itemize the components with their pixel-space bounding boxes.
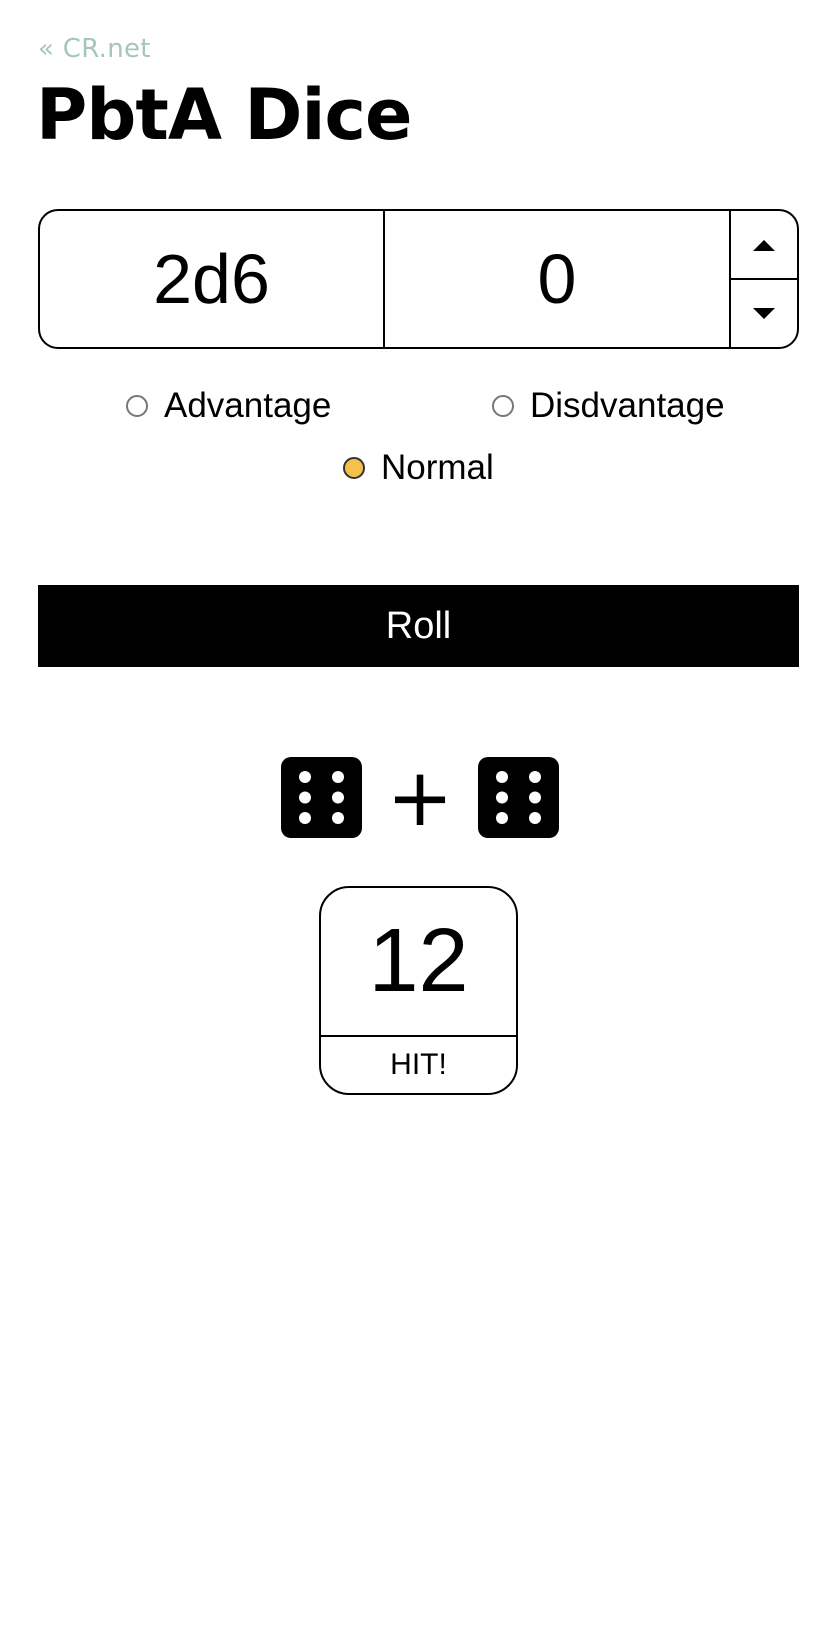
disadvantage-label: Disdvantage [530,386,725,425]
back-link[interactable]: « CR.net [38,34,151,64]
disadvantage-option[interactable]: Disdvantage [492,386,725,426]
dice-config [38,209,799,349]
total-card: 12 HIT! [319,886,518,1095]
roll-total: 12 [321,888,516,1037]
dice-result: + [0,757,840,838]
dice-input[interactable] [40,211,385,347]
caret-down-icon [753,307,775,319]
advantage-option[interactable]: Advantage [126,386,331,426]
normal-radio[interactable] [343,457,365,479]
page-title: PbtA Dice [36,74,412,156]
roll-outcome: HIT! [390,1048,447,1081]
modifier-input[interactable] [385,211,731,347]
die-six-icon [477,757,559,838]
roll-button[interactable]: Roll [38,585,799,667]
advantage-radio[interactable] [126,395,148,417]
die-six-icon [281,757,363,838]
plus-sign: + [386,750,454,844]
increment-button[interactable] [731,211,797,280]
caret-up-icon [753,239,775,251]
normal-label: Normal [381,448,494,487]
disadvantage-radio[interactable] [492,395,514,417]
decrement-button[interactable] [731,280,797,347]
modifier-stepper [731,211,797,347]
advantage-label: Advantage [164,386,332,425]
normal-option[interactable]: Normal [343,448,494,488]
